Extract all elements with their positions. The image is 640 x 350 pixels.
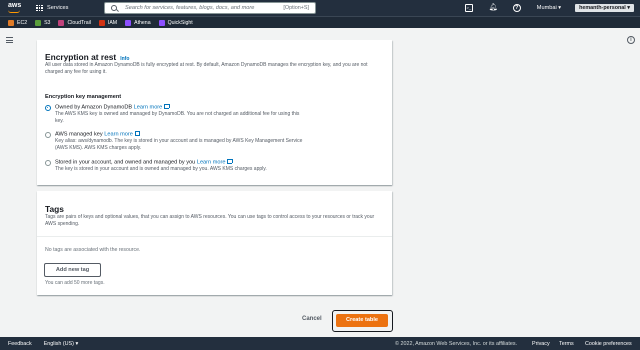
- menu-icon[interactable]: [6, 37, 13, 43]
- option-label-text: Stored in your account, and owned and ma…: [55, 159, 196, 166]
- iam-icon: [98, 19, 105, 26]
- s3-icon: [35, 19, 42, 26]
- favorite-s3[interactable]: S3: [35, 19, 51, 26]
- search-placeholder: Search for services, features, blogs, do…: [125, 5, 255, 11]
- help-icon[interactable]: ?: [512, 4, 521, 12]
- favorite-label: QuickSight: [167, 19, 193, 26]
- quicksight-icon: [158, 19, 165, 26]
- privacy-link[interactable]: Privacy: [532, 341, 550, 347]
- tags-panel: Tags Tags are pairs of keys and optional…: [37, 191, 392, 295]
- ec2-icon: [8, 19, 14, 26]
- favorites-bar: EC2 S3 CloudTrail IAM Athena QuickSight: [0, 16, 640, 28]
- encryption-description: All user data stored in Amazon DynamoDB …: [45, 62, 368, 75]
- learn-more-link[interactable]: Learn more: [104, 132, 133, 138]
- option-description: The key is stored in your account and is…: [55, 166, 267, 172]
- option-label-text: AWS managed key: [55, 131, 103, 138]
- option-label: Stored in your account, and owned and ma…: [55, 158, 233, 166]
- tags-divider: [37, 236, 392, 237]
- favorite-label: IAM: [107, 19, 118, 26]
- favorite-label: Athena: [134, 19, 151, 26]
- encryption-panel: Encryption at rest Info All user data sto…: [37, 40, 392, 185]
- language-selector[interactable]: English (US) ▾: [44, 341, 78, 347]
- search-input[interactable]: Search for services, features, blogs, do…: [104, 2, 316, 14]
- radio-owned-by-dynamodb[interactable]: [45, 105, 51, 111]
- option-description: Key alias: aws/dynamodb. The key is stor…: [55, 138, 303, 151]
- cancel-button[interactable]: Cancel: [302, 316, 322, 322]
- learn-more-link[interactable]: Learn more: [197, 160, 226, 166]
- option-description: The AWS KMS key is owned and managed by …: [55, 111, 300, 124]
- tags-description: Tags are pairs of keys and optional valu…: [45, 214, 375, 227]
- favorite-label: S3: [44, 19, 51, 26]
- services-label: Services: [47, 5, 69, 11]
- favorite-label: CloudTrail: [67, 19, 91, 26]
- bell-icon[interactable]: 🔔︎: [489, 4, 498, 12]
- cloudshell-icon[interactable]: >_: [464, 4, 473, 12]
- external-link-icon: [227, 158, 233, 164]
- aws-logo[interactable]: aws: [8, 2, 24, 14]
- encryption-title-text: Encryption at rest: [45, 52, 117, 62]
- top-navigation: aws Services Search for services, featur…: [0, 0, 640, 16]
- favorite-athena[interactable]: Athena: [125, 19, 151, 26]
- option-label-text: Owned by Amazon DynamoDB: [55, 104, 133, 111]
- option-label: Owned by Amazon DynamoDB Learn more: [55, 103, 170, 111]
- terms-link[interactable]: Terms: [559, 341, 574, 347]
- search-icon: [111, 5, 117, 11]
- radio-customer-managed-key[interactable]: [45, 160, 51, 166]
- external-link-icon: [164, 103, 170, 109]
- tags-limit-hint: You can add 50 more tags.: [45, 280, 105, 286]
- cookie-preferences-link[interactable]: Cookie preferences: [585, 341, 632, 347]
- account-menu[interactable]: hemanth-personal ▾: [575, 4, 634, 12]
- info-panel-icon[interactable]: i: [627, 36, 635, 44]
- services-menu-button[interactable]: Services: [36, 4, 69, 12]
- key-management-label: Encryption key management: [45, 94, 122, 100]
- favorite-quicksight[interactable]: QuickSight: [158, 19, 193, 26]
- favorite-label: EC2: [17, 19, 28, 26]
- copyright-text: © 2022, Amazon Web Services, Inc. or its…: [395, 340, 518, 347]
- create-table-button[interactable]: Create table: [336, 314, 388, 327]
- option-label: AWS managed key Learn more: [55, 130, 141, 138]
- cloudtrail-icon: [58, 19, 65, 26]
- aws-smile-icon: [8, 10, 20, 13]
- aws-logo-text: aws: [8, 2, 22, 9]
- favorite-ec2[interactable]: EC2: [8, 19, 28, 26]
- radio-aws-managed-key[interactable]: [45, 132, 51, 138]
- footer: Feedback English (US) ▾ © 2022, Amazon W…: [0, 337, 640, 350]
- learn-more-link[interactable]: Learn more: [134, 105, 163, 111]
- no-tags-message: No tags are associated with the resource…: [45, 247, 141, 253]
- create-table-focus-ring: Create table: [332, 310, 393, 332]
- encryption-title: Encryption at rest Info: [45, 52, 129, 62]
- favorite-iam[interactable]: IAM: [98, 19, 118, 26]
- athena-icon: [125, 19, 132, 26]
- grid-icon: [36, 4, 43, 12]
- external-link-icon: [134, 130, 141, 136]
- favorite-cloudtrail[interactable]: CloudTrail: [58, 19, 91, 26]
- region-selector[interactable]: Mumbai ▾: [537, 5, 561, 11]
- add-new-tag-button[interactable]: Add new tag: [44, 263, 101, 277]
- tags-title: Tags: [45, 204, 64, 214]
- search-shortcut-hint: [Option+S]: [283, 5, 309, 11]
- feedback-link[interactable]: Feedback: [8, 341, 32, 347]
